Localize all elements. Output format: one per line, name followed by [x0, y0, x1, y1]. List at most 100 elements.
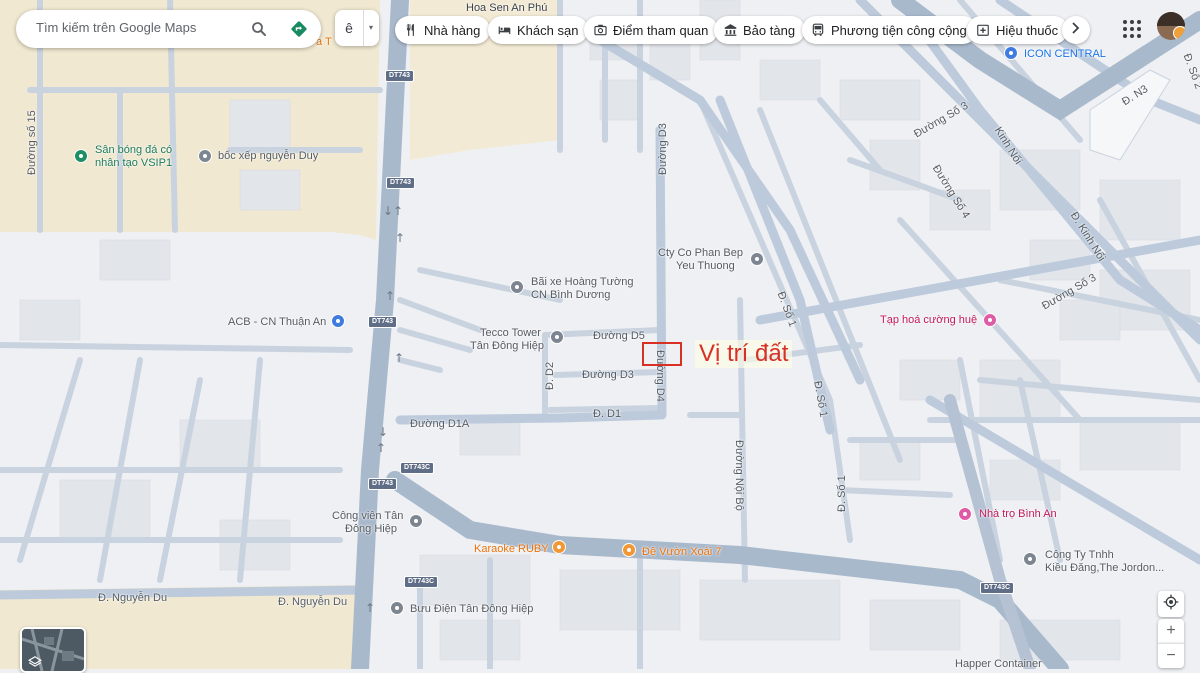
route-shield: DT743C — [980, 582, 1015, 594]
zoom-in-button[interactable]: + — [1158, 619, 1184, 643]
place-name[interactable]: Bưu Điện Tân Đông Hiệp — [410, 603, 533, 616]
place-pin-icon[interactable] — [510, 280, 524, 294]
place-name[interactable]: Nhà trọ Bình An — [979, 508, 1057, 521]
chip-museums[interactable]: Bảo tàng — [714, 16, 806, 44]
soccer-field-pin-icon[interactable] — [74, 149, 88, 163]
svg-text:↓: ↓ — [383, 204, 393, 218]
chip-hotels[interactable]: Khách sạn — [488, 16, 589, 44]
svg-text:↑: ↑ — [385, 289, 395, 303]
chip-label: Điểm tham quan — [613, 22, 709, 38]
my-location-button[interactable] — [1158, 591, 1184, 617]
place-name[interactable]: Bãi xe Hoàng Tường — [531, 276, 633, 289]
park-pin-icon[interactable] — [409, 514, 423, 528]
bed-icon — [496, 22, 512, 38]
search-box[interactable] — [16, 10, 321, 48]
route-shield: DT743 — [368, 316, 398, 328]
chip-label: Khách sạn — [517, 22, 579, 38]
zoom-out-button[interactable]: − — [1158, 643, 1184, 668]
svg-text:↑: ↑ — [394, 351, 404, 365]
chip-label: Phương tiện công cộng — [831, 22, 967, 38]
chips-next-button[interactable] — [1062, 16, 1090, 44]
shop-pin-icon[interactable] — [983, 313, 997, 327]
avatar[interactable] — [1157, 12, 1185, 40]
place-name[interactable]: Happer Container — [955, 658, 1042, 671]
search-icon[interactable] — [248, 18, 270, 40]
building-pin-icon[interactable] — [1004, 46, 1018, 60]
place-name[interactable]: Yeu Thuong — [676, 260, 735, 273]
camera-icon — [592, 22, 608, 38]
chip-label: Bảo tàng — [743, 22, 796, 38]
directions-icon[interactable] — [288, 18, 310, 40]
place-name[interactable]: Đông Hiệp — [345, 523, 397, 536]
layers-icon — [28, 655, 42, 671]
chip-attractions[interactable]: Điểm tham quan — [584, 16, 719, 44]
land-location-marker — [642, 342, 682, 366]
chip-label: Nhà hàng — [424, 22, 481, 38]
bus-icon — [810, 22, 826, 38]
search-input[interactable] — [34, 19, 238, 36]
bank-pin-icon[interactable] — [331, 314, 345, 328]
place-name[interactable]: CN Bình Dương — [531, 289, 610, 302]
restaurant-pin-icon[interactable] — [622, 543, 636, 557]
svg-text:↑: ↑ — [365, 601, 375, 615]
road-label: Đường số 15 — [26, 110, 38, 175]
place-name[interactable]: ACB - CN Thuận An — [228, 316, 326, 329]
svg-text:↑: ↑ — [395, 231, 405, 245]
chip-restaurants[interactable]: Nhà hàng — [395, 16, 491, 44]
place-name[interactable]: Đệ Vườn Xoài 7 — [642, 546, 721, 559]
chevron-down-icon[interactable]: ▾ — [363, 10, 378, 46]
apps-grid-icon[interactable] — [1120, 17, 1144, 41]
input-language-toggle[interactable]: ê ▾ — [335, 10, 379, 46]
place-pin-icon[interactable] — [550, 330, 564, 344]
language-char[interactable]: ê — [335, 20, 363, 36]
place-pin-icon[interactable] — [750, 252, 764, 266]
place-name[interactable]: nhân tạo VSIP1 — [95, 157, 172, 170]
place-name[interactable]: Tecco Tower — [480, 327, 541, 340]
road-label: Đường D3 — [582, 369, 634, 381]
road-label: Đ. Nguyễn Du — [278, 596, 348, 608]
notification-badge — [1173, 26, 1185, 40]
place-name[interactable]: Tạp hoá cường huệ — [880, 314, 977, 327]
place-name[interactable]: bốc xếp nguyễn Duy — [218, 150, 318, 163]
place-name[interactable]: Kiều Đăng,The Jordon... — [1045, 562, 1164, 575]
hotel-pin-icon[interactable] — [958, 507, 972, 521]
place-name[interactable]: Tân Đông Hiệp — [470, 340, 544, 353]
crosshair-icon — [1163, 594, 1179, 615]
post-office-pin-icon[interactable] — [390, 601, 404, 615]
place-name[interactable]: Công viên Tân — [332, 510, 403, 523]
place-name[interactable]: Sân bóng đá có — [95, 144, 172, 157]
place-pin-icon[interactable] — [1023, 552, 1037, 566]
road-label: Đường D1A — [410, 418, 470, 430]
pharmacy-icon — [975, 22, 991, 38]
road-label: Đường D3 — [657, 123, 669, 175]
place-name[interactable]: Karaoke RUBY — [474, 543, 549, 556]
route-shield: DT743C — [404, 576, 439, 588]
place-name[interactable]: ICON CENTRAL — [1024, 48, 1106, 61]
place-name[interactable]: Cty Co Phan Bep — [658, 247, 743, 260]
land-location-annotation: Vị trí đất — [695, 340, 793, 368]
place-name[interactable]: Công Ty Tnhh — [1045, 549, 1114, 562]
road-label: Đường Nội Bộ — [733, 440, 745, 511]
route-shield: DT743C — [400, 462, 435, 474]
route-shield: DT743 — [385, 70, 415, 82]
svg-text:↑: ↑ — [376, 441, 386, 455]
route-shield: DT743 — [368, 478, 398, 490]
chip-pharmacies[interactable]: Hiệu thuốc — [967, 16, 1069, 44]
chip-transit[interactable]: Phương tiện công cộng — [802, 16, 977, 44]
road-label: Đ. D1 — [593, 408, 622, 420]
area-label: Hoa Sen An Phú — [466, 2, 548, 14]
road-label: Đ. D2 — [544, 361, 556, 390]
route-shield: DT743 — [386, 177, 416, 189]
layers-button[interactable] — [20, 627, 86, 673]
road-label: Đ. Số 1 — [836, 475, 848, 512]
chevron-right-icon — [1071, 21, 1081, 39]
road-label: Đường D5 — [593, 330, 645, 342]
karaoke-pin-icon[interactable] — [552, 540, 566, 554]
museum-icon — [722, 22, 738, 38]
place-pin-icon[interactable] — [198, 149, 212, 163]
svg-text:↓: ↓ — [378, 425, 388, 439]
road-label: Đ. Nguyễn Du — [98, 592, 168, 604]
fork-knife-icon — [403, 22, 419, 38]
svg-text:↑: ↑ — [393, 204, 403, 218]
chip-label: Hiệu thuốc — [996, 22, 1059, 38]
